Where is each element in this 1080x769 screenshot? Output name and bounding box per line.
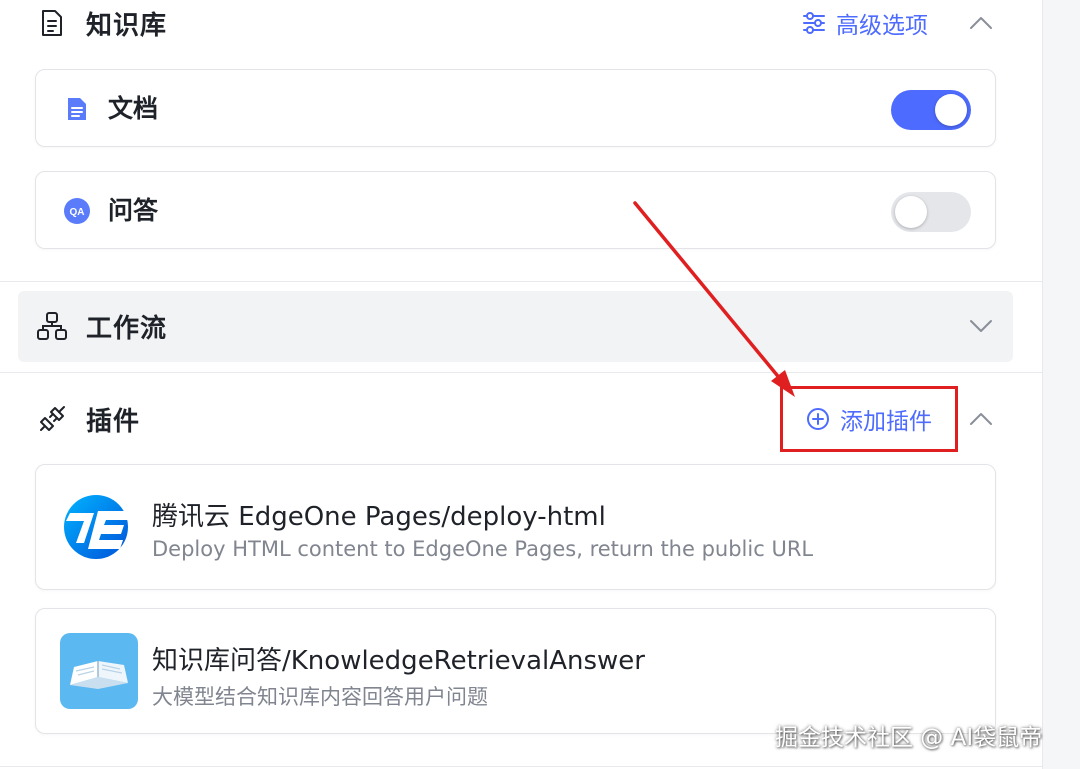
advanced-options-label: 高级选项 <box>836 13 928 39</box>
advanced-options-button[interactable]: 高级选项 <box>802 5 928 41</box>
knowledge-item-docs: 文档 <box>35 69 996 147</box>
plus-circle-icon <box>806 407 830 431</box>
chevron-up-icon[interactable] <box>966 404 996 434</box>
knowledge-section-header[interactable]: 知识库 高级选项 <box>0 0 1042 58</box>
plugin-description: 大模型结合知识库内容回答用户问题 <box>152 685 488 709</box>
document-icon <box>36 7 68 39</box>
qa-toggle[interactable] <box>891 192 971 232</box>
plugin-title: 知识库问答/KnowledgeRetrievalAnswer <box>152 646 645 676</box>
knowledge-item-qa: QA 问答 <box>35 171 996 249</box>
chevron-up-icon[interactable] <box>966 8 996 38</box>
open-book-icon <box>60 633 138 709</box>
plug-icon <box>36 403 68 435</box>
qa-icon: QA <box>62 196 92 226</box>
section-divider <box>0 281 1042 282</box>
watermark: 掘金技术社区 @ AI袋鼠帝 <box>775 725 1043 751</box>
knowledge-item-label: 问答 <box>108 196 159 225</box>
section-divider <box>0 766 1042 767</box>
workflow-section-header[interactable] <box>18 291 1013 362</box>
knowledge-section-title: 知识库 <box>86 10 168 41</box>
plugin-card[interactable]: 腾讯云 EdgeOne Pages/deploy-html Deploy HTM… <box>35 464 996 590</box>
add-plugin-button[interactable]: 添加插件 <box>780 386 958 452</box>
plugin-description: Deploy HTML content to EdgeOne Pages, re… <box>152 537 814 561</box>
config-panel: 知识库 高级选项 文档 QA 问答 工作流 插件 添加插件 腾讯云 EdgeOn… <box>0 0 1042 769</box>
add-plugin-label: 添加插件 <box>840 409 932 435</box>
docs-toggle[interactable] <box>891 90 971 130</box>
scroll-gutter <box>1042 0 1080 769</box>
edgeone-logo-icon <box>60 489 138 565</box>
section-divider <box>0 372 1042 373</box>
plugin-card[interactable]: 知识库问答/KnowledgeRetrievalAnswer 大模型结合知识库内… <box>35 608 996 734</box>
toggle-knob <box>895 196 927 228</box>
toggle-knob <box>935 94 967 126</box>
app-page: 知识库 高级选项 文档 QA 问答 工作流 插件 添加插件 腾讯云 EdgeOn… <box>0 0 1080 769</box>
sliders-icon <box>802 12 826 34</box>
svg-text:QA: QA <box>70 207 85 218</box>
plugin-title: 腾讯云 EdgeOne Pages/deploy-html <box>152 502 606 532</box>
file-icon <box>62 94 92 124</box>
knowledge-item-label: 文档 <box>108 94 159 123</box>
plugins-section-title: 插件 <box>86 406 141 437</box>
